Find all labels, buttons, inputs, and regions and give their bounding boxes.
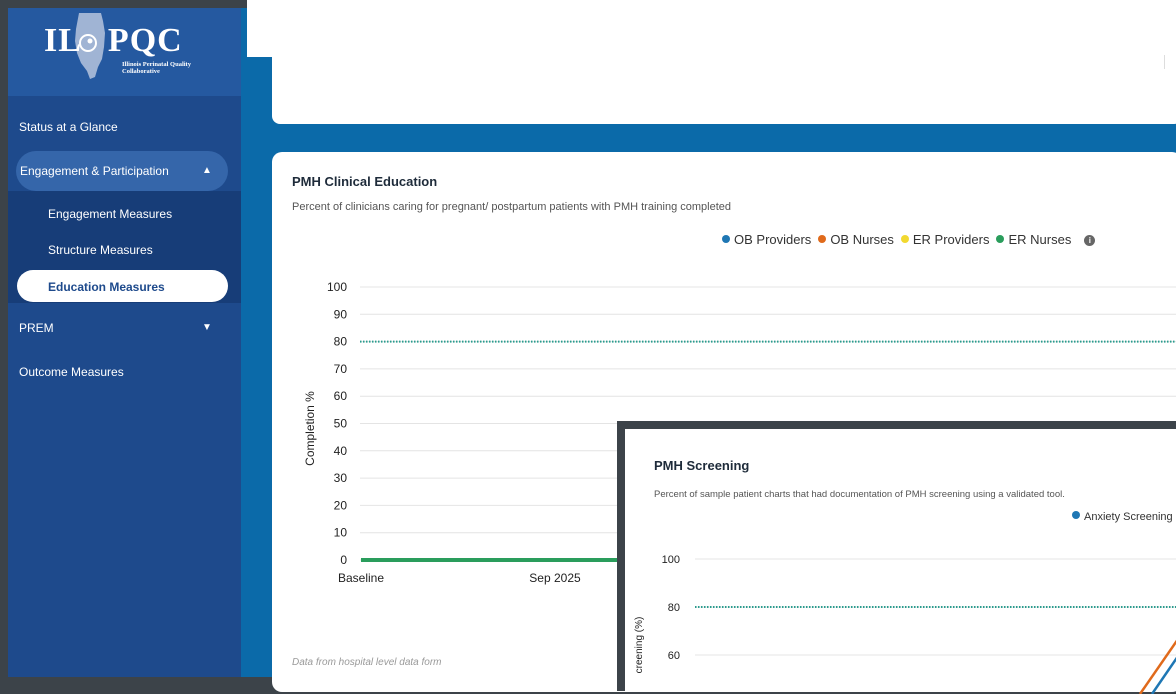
sidebar: IL PQC Illinois Perinatal Quality Collabo… (8, 8, 241, 677)
legend-item[interactable]: OB Nurses (818, 232, 894, 247)
legend-dot-icon (1072, 511, 1080, 519)
filter-card (272, 0, 1176, 124)
divider (1164, 55, 1165, 69)
y-tick-label: 50 (334, 417, 348, 431)
legend-label: OB Nurses (830, 232, 894, 247)
legend-label: OB Providers (734, 232, 812, 247)
sidebar-item-prem[interactable]: PREM ▼ (8, 310, 241, 346)
logo-text: IL PQC (44, 22, 183, 60)
y-tick-label: 10 (334, 526, 348, 540)
y-tick-label: 60 (334, 389, 348, 403)
chart-legend: Anxiety Screening (1072, 511, 1176, 523)
legend-dot-icon (722, 235, 730, 243)
sidebar-item-label: Outcome Measures (19, 365, 124, 379)
legend-label: ER Nurses (1008, 232, 1072, 247)
logo-text-left: IL (44, 22, 82, 59)
info-icon[interactable]: i (1084, 235, 1096, 246)
chevron-up-icon: ▲ (202, 165, 212, 176)
legend-label: ER Providers (912, 232, 990, 247)
legend-item[interactable]: ER Providers (900, 232, 990, 247)
logo[interactable]: IL PQC Illinois Perinatal Quality Collabo… (8, 8, 241, 96)
sidebar-item-label: Education Measures (48, 280, 165, 294)
legend-item[interactable]: ER Nurses (996, 232, 1071, 247)
legend-label: Anxiety Screening (1084, 511, 1173, 523)
chart-legend: OB Providers OB Nurses ER Providers ER Nurs… (722, 232, 1096, 247)
sidebar-item-engagement-participation[interactable]: Engagement & Participation ▲ (16, 151, 228, 191)
logo-subtitle: Illinois Perinatal Quality Collaborative (122, 61, 191, 75)
y-tick-label: 80 (668, 602, 680, 614)
y-tick-label: 100 (662, 554, 680, 566)
y-tick-label: 60 (668, 650, 680, 662)
legend-dot-icon (818, 235, 827, 243)
x-tick-label: Baseline (338, 571, 384, 585)
legend-item[interactable]: Anxiety Screening (1072, 511, 1173, 523)
y-tick-label: 80 (334, 335, 348, 349)
legend-dot-icon (996, 235, 1005, 243)
chart-footnote: Data from hospital level data form (292, 657, 442, 668)
y-tick-label: 20 (334, 498, 348, 512)
chevron-down-icon: ▼ (202, 322, 212, 333)
chart-subtitle: Percent of clinicians caring for pregnan… (292, 201, 731, 213)
y-tick-label: 70 (334, 362, 348, 376)
sidebar-item-label: Status at a Glance (19, 120, 118, 134)
screening-chart-card: PMH Screening Percent of sample patient … (625, 429, 1176, 694)
y-tick-label: 40 (334, 444, 348, 458)
chart-title: PMH Clinical Education (292, 174, 438, 189)
sidebar-item-education-measures[interactable]: Education Measures (17, 270, 228, 302)
sidebar-item-status[interactable]: Status at a Glance (8, 109, 241, 145)
legend-dot-icon (900, 235, 909, 243)
y-tick-label: 0 (340, 553, 347, 567)
y-tick-label: 30 (334, 471, 348, 485)
overlay-window: PMH Screening Percent of sample patient … (617, 421, 1176, 694)
y-tick-label: 100 (327, 280, 347, 294)
y-tick-label: 90 (334, 307, 348, 321)
sidebar-item-engagement-measures[interactable]: Engagement Measures (48, 207, 172, 221)
legend-item[interactable]: OB Providers (722, 232, 811, 247)
sidebar-item-structure-measures[interactable]: Structure Measures (48, 243, 153, 257)
sidebar-item-label: Engagement & Participation (20, 164, 169, 178)
x-tick-label: Sep 2025 (529, 571, 581, 585)
y-axis-label: Completion % (303, 391, 317, 466)
chart-title: PMH Screening (654, 458, 750, 473)
y-axis-label: creening (%) (634, 617, 645, 674)
screening-line-chart: 100 80 60 creening (%) (634, 554, 1176, 694)
sidebar-item-outcome-measures[interactable]: Outcome Measures (8, 354, 241, 390)
logo-text-right: PQC (107, 22, 183, 59)
sidebar-item-label: PREM (19, 321, 54, 335)
chart-subtitle: Percent of sample patient charts that ha… (654, 489, 1065, 500)
